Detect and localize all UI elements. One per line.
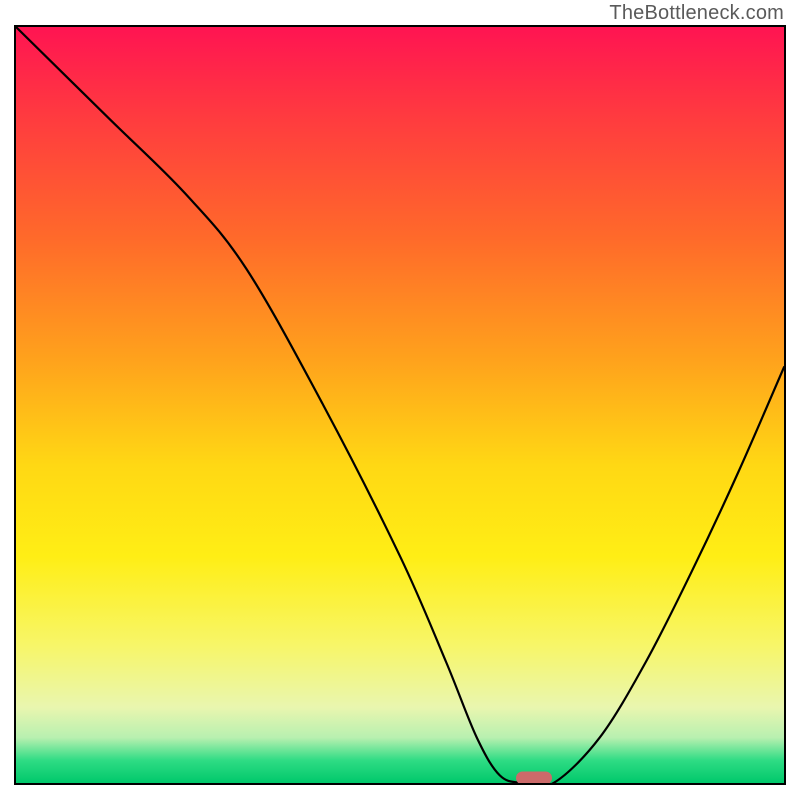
chart-frame [14, 25, 786, 785]
watermark-text: TheBottleneck.com [609, 2, 784, 25]
bottleneck-curve [16, 27, 784, 783]
curve-path [16, 27, 784, 783]
optimal-point-marker [516, 771, 552, 784]
